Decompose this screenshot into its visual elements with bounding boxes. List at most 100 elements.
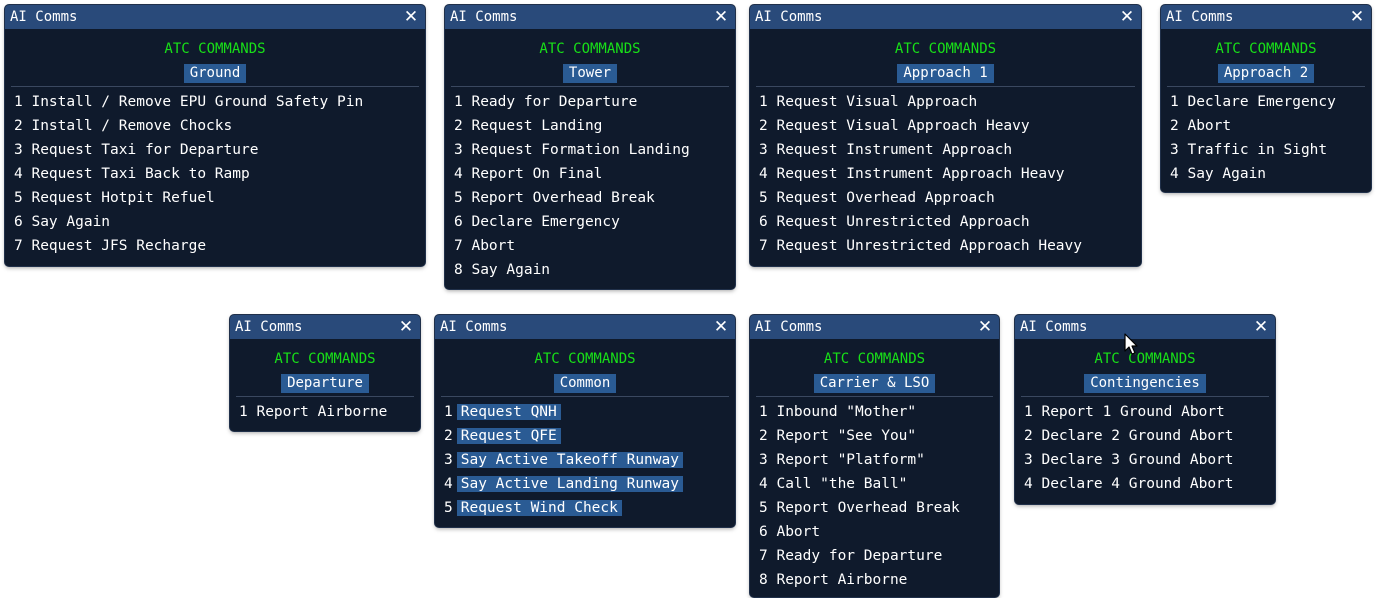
atc-commands-header: ATC COMMANDS <box>894 41 997 57</box>
divider <box>756 86 1135 87</box>
close-icon[interactable]: ✕ <box>713 5 729 29</box>
close-icon[interactable]: ✕ <box>403 5 419 29</box>
ai-comms-panel-common: AI Comms ✕ ATC COMMANDS Common 1 Request … <box>435 315 735 527</box>
section-label-carrier-lso: Carrier & LSO <box>813 374 936 393</box>
command-number: 3 <box>444 452 453 468</box>
panel-titlebar[interactable]: AI Comms ✕ <box>1015 315 1275 339</box>
command-number: 4 <box>444 476 453 492</box>
panel-title: AI Comms <box>450 9 518 25</box>
section-label-approach-2: Approach 2 <box>1217 64 1315 83</box>
atc-commands-header: ATC COMMANDS <box>534 351 636 367</box>
command-item[interactable]: 5 Request Hotpit Refuel <box>14 186 425 210</box>
command-item[interactable]: 7 Ready for Departure <box>759 544 999 568</box>
section-label-contingencies: Contingencies <box>1084 374 1206 393</box>
command-item[interactable]: 3 Traffic in Sight <box>1170 138 1371 162</box>
command-item[interactable]: 4 Request Taxi Back to Ramp <box>14 162 425 186</box>
command-item[interactable]: 4 Declare 4 Ground Abort <box>1024 472 1275 496</box>
section-label-departure: Departure <box>281 374 369 393</box>
command-item[interactable]: 8 Report Airborne <box>759 568 999 592</box>
panel-title: AI Comms <box>755 319 823 335</box>
command-button-say-active-landing-runway[interactable]: Say Active Landing Runway <box>456 476 683 492</box>
panel-titlebar[interactable]: AI Comms ✕ <box>750 5 1141 29</box>
close-icon[interactable]: ✕ <box>977 315 993 339</box>
panel-titlebar[interactable]: AI Comms ✕ <box>230 315 420 339</box>
command-item[interactable]: 5 Request Wind Check <box>444 496 735 520</box>
command-item[interactable]: 1 Request Visual Approach <box>759 90 1141 114</box>
command-item[interactable]: 6 Say Again <box>14 210 425 234</box>
ai-comms-panel-tower: AI Comms ✕ ATC COMMANDS Tower 1 Ready fo… <box>445 5 735 289</box>
panel-title: AI Comms <box>755 9 823 25</box>
command-item[interactable]: 3 Request Taxi for Departure <box>14 138 425 162</box>
command-item[interactable]: 5 Report Overhead Break <box>454 186 735 210</box>
command-item[interactable]: 7 Request JFS Recharge <box>14 234 425 258</box>
panel-titlebar[interactable]: AI Comms ✕ <box>5 5 425 29</box>
command-button-request-wind-check[interactable]: Request Wind Check <box>456 500 622 516</box>
close-icon[interactable]: ✕ <box>1119 5 1135 29</box>
command-item[interactable]: 2 Request QFE <box>444 424 735 448</box>
close-icon[interactable]: ✕ <box>713 315 729 339</box>
command-item[interactable]: 5 Report Overhead Break <box>759 496 999 520</box>
divider <box>451 86 729 87</box>
command-item[interactable]: 6 Declare Emergency <box>454 210 735 234</box>
panel-title: AI Comms <box>440 319 508 335</box>
command-item[interactable]: 2 Request Landing <box>454 114 735 138</box>
command-item[interactable]: 2 Report "See You" <box>759 424 999 448</box>
command-item[interactable]: 1 Inbound "Mother" <box>759 400 999 424</box>
command-item[interactable]: 6 Request Unrestricted Approach <box>759 210 1141 234</box>
panel-titlebar[interactable]: AI Comms ✕ <box>1161 5 1371 29</box>
atc-commands-header: ATC COMMANDS <box>1215 41 1317 57</box>
command-item[interactable]: 4 Request Instrument Approach Heavy <box>759 162 1141 186</box>
command-item[interactable]: 6 Abort <box>759 520 999 544</box>
atc-commands-header: ATC COMMANDS <box>164 41 266 57</box>
divider <box>441 396 729 397</box>
atc-commands-header: ATC COMMANDS <box>1094 351 1196 367</box>
mouse-pointer-icon <box>1124 333 1138 355</box>
command-item[interactable]: 2 Request Visual Approach Heavy <box>759 114 1141 138</box>
command-item[interactable]: 2 Declare 2 Ground Abort <box>1024 424 1275 448</box>
command-item[interactable]: 3 Report "Platform" <box>759 448 999 472</box>
command-item[interactable]: 4 Call "the Ball" <box>759 472 999 496</box>
command-item[interactable]: 7 Abort <box>454 234 735 258</box>
close-icon[interactable]: ✕ <box>1253 315 1269 339</box>
panel-titlebar[interactable]: AI Comms ✕ <box>435 315 735 339</box>
command-number: 2 <box>444 428 453 444</box>
divider <box>11 86 419 87</box>
ai-comms-panel-ground: AI Comms ✕ ATC COMMANDS Ground 1 Install… <box>5 5 425 266</box>
command-item[interactable]: 2 Abort <box>1170 114 1371 138</box>
command-item[interactable]: 4 Say Again <box>1170 162 1371 186</box>
close-icon[interactable]: ✕ <box>398 315 414 339</box>
command-button-request-qnh[interactable]: Request QNH <box>456 404 561 420</box>
command-item[interactable]: 1 Report 1 Ground Abort <box>1024 400 1275 424</box>
command-item[interactable]: 5 Request Overhead Approach <box>759 186 1141 210</box>
command-item[interactable]: 1 Install / Remove EPU Ground Safety Pin <box>14 90 425 114</box>
section-label-tower: Tower <box>562 64 618 83</box>
panel-titlebar[interactable]: AI Comms ✕ <box>750 315 999 339</box>
command-item[interactable]: 3 Request Formation Landing <box>454 138 735 162</box>
command-item[interactable]: 4 Say Active Landing Runway <box>444 472 735 496</box>
section-label-common: Common <box>553 374 617 393</box>
command-item[interactable]: 3 Declare 3 Ground Abort <box>1024 448 1275 472</box>
command-item[interactable]: 3 Say Active Takeoff Runway <box>444 448 735 472</box>
command-item[interactable]: 1 Declare Emergency <box>1170 90 1371 114</box>
command-item[interactable]: 8 Say Again <box>454 258 735 282</box>
command-item[interactable]: 4 Report On Final <box>454 162 735 186</box>
command-item[interactable]: 1 Ready for Departure <box>454 90 735 114</box>
ai-comms-panel-contingencies: AI Comms ✕ ATC COMMANDS Contingencies 1 … <box>1015 315 1275 504</box>
section-label-approach-1: Approach 1 <box>897 64 994 83</box>
command-item[interactable]: 1 Request QNH <box>444 400 735 424</box>
command-button-request-qfe[interactable]: Request QFE <box>456 428 561 444</box>
command-item[interactable]: 7 Request Unrestricted Approach Heavy <box>759 234 1141 258</box>
atc-commands-header: ATC COMMANDS <box>274 351 376 367</box>
command-item[interactable]: 2 Install / Remove Chocks <box>14 114 425 138</box>
ai-comms-panel-approach-2: AI Comms ✕ ATC COMMANDS Approach 2 1 Dec… <box>1161 5 1371 192</box>
divider <box>1021 396 1269 397</box>
section-label-ground: Ground <box>183 64 247 83</box>
close-icon[interactable]: ✕ <box>1349 5 1365 29</box>
panel-title: AI Comms <box>1166 9 1234 25</box>
divider <box>756 396 993 397</box>
command-button-say-active-takeoff-runway[interactable]: Say Active Takeoff Runway <box>456 452 683 468</box>
ai-comms-panel-approach-1: AI Comms ✕ ATC COMMANDS Approach 1 1 Req… <box>750 5 1141 266</box>
panel-titlebar[interactable]: AI Comms ✕ <box>445 5 735 29</box>
command-item[interactable]: 1 Report Airborne <box>239 400 420 424</box>
command-item[interactable]: 3 Request Instrument Approach <box>759 138 1141 162</box>
